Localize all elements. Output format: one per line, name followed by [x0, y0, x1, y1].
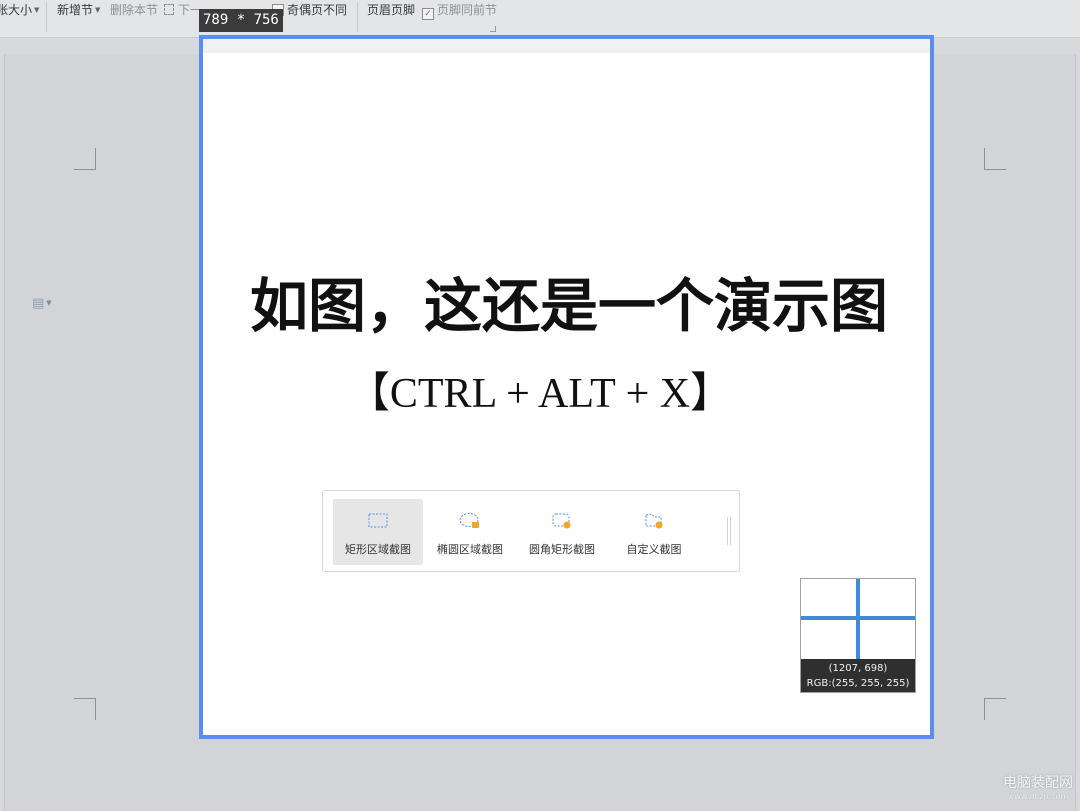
ribbon-toolbar: 张大小 ▼ 新增节 ▼ 删除本节 下一 奇偶页不同 页眉页脚 ✓ 页脚同前节 [0, 0, 1080, 38]
magnifier-info: (1207, 698) RGB:(255, 255, 255) [801, 659, 915, 692]
watermark-url: www.dnzp.com [1007, 792, 1069, 801]
toolbar-divider [357, 2, 358, 32]
new-section-button[interactable]: 新增节 ▼ [57, 3, 100, 17]
same-as-previous-checkbox[interactable]: ✓ [422, 8, 434, 20]
watermark-title: 电脑装配网 [1003, 775, 1073, 791]
paste-options-icon[interactable]: ▤ ▼ [32, 296, 52, 311]
header-footer-label: 页眉页脚 [367, 3, 416, 17]
toolbar-grip-handle[interactable] [727, 517, 731, 545]
delete-section-label: 删除本节 [110, 3, 159, 17]
rounded-rect-select-icon [552, 513, 571, 529]
pixel-rgb-value: RGB:(255, 255, 255) [806, 678, 910, 689]
next-section-icon [164, 4, 174, 15]
new-section-label: 新增节 [57, 3, 94, 17]
paper-size-button[interactable]: 张大小 ▼ [0, 3, 39, 17]
ellipse-select-icon [459, 513, 479, 528]
crop-mark-bottom-left [74, 698, 96, 720]
crop-mark-top-right [984, 148, 1006, 170]
caret-down-icon: ▼ [95, 6, 101, 14]
document-headline: 如图，这还是一个演示图 [249, 272, 888, 340]
paper-size-label: 张大小 [0, 3, 33, 17]
group-expand-icon[interactable] [490, 26, 496, 32]
selection-top-strip [203, 39, 930, 53]
odd-even-option[interactable]: 奇偶页不同 [272, 3, 347, 17]
delete-section-button[interactable]: 删除本节 [110, 3, 158, 17]
crosshair-vertical [856, 579, 860, 659]
same-as-previous-option[interactable]: ✓ 页脚同前节 [422, 3, 497, 20]
rect-capture-label: 矩形区域截图 [345, 543, 411, 556]
rect-select-icon [368, 513, 388, 528]
custom-select-icon [645, 513, 663, 529]
crop-mark-bottom-right [984, 698, 1006, 720]
screenshot-mode-bar: 矩形区域截图 椭圆区域截图 圆角矩形截图 自定义截图 [322, 490, 740, 572]
ellipse-capture-label: 椭圆区域截图 [437, 543, 503, 556]
crop-mark-top-left [74, 148, 96, 170]
cursor-coordinates: (1207, 698) [828, 663, 888, 674]
odd-even-label: 奇偶页不同 [287, 3, 348, 17]
ellipse-capture-button[interactable]: 椭圆区域截图 [425, 499, 515, 565]
same-as-previous-label: 页脚同前节 [437, 3, 498, 17]
next-section-button[interactable]: 下一 [164, 3, 202, 17]
custom-capture-label: 自定义截图 [626, 543, 682, 556]
rounded-rect-capture-label: 圆角矩形截图 [529, 543, 595, 556]
rounded-rect-capture-button[interactable]: 圆角矩形截图 [517, 499, 607, 565]
magnifier-panel: (1207, 698) RGB:(255, 255, 255) [800, 578, 916, 693]
caret-down-icon: ▼ [46, 299, 52, 307]
caret-down-icon: ▼ [34, 6, 40, 14]
custom-capture-button[interactable]: 自定义截图 [609, 499, 699, 565]
site-watermark: 电脑装配网 www.dnzp.com [998, 774, 1078, 802]
toolbar-divider [46, 2, 47, 32]
shortcut-text: 【CTRL + ALT + X】 [347, 371, 733, 417]
selection-size-label: 789 * 756 [199, 9, 283, 32]
rect-capture-button[interactable]: 矩形区域截图 [333, 499, 423, 565]
header-footer-button[interactable]: 页眉页脚 [367, 3, 415, 17]
